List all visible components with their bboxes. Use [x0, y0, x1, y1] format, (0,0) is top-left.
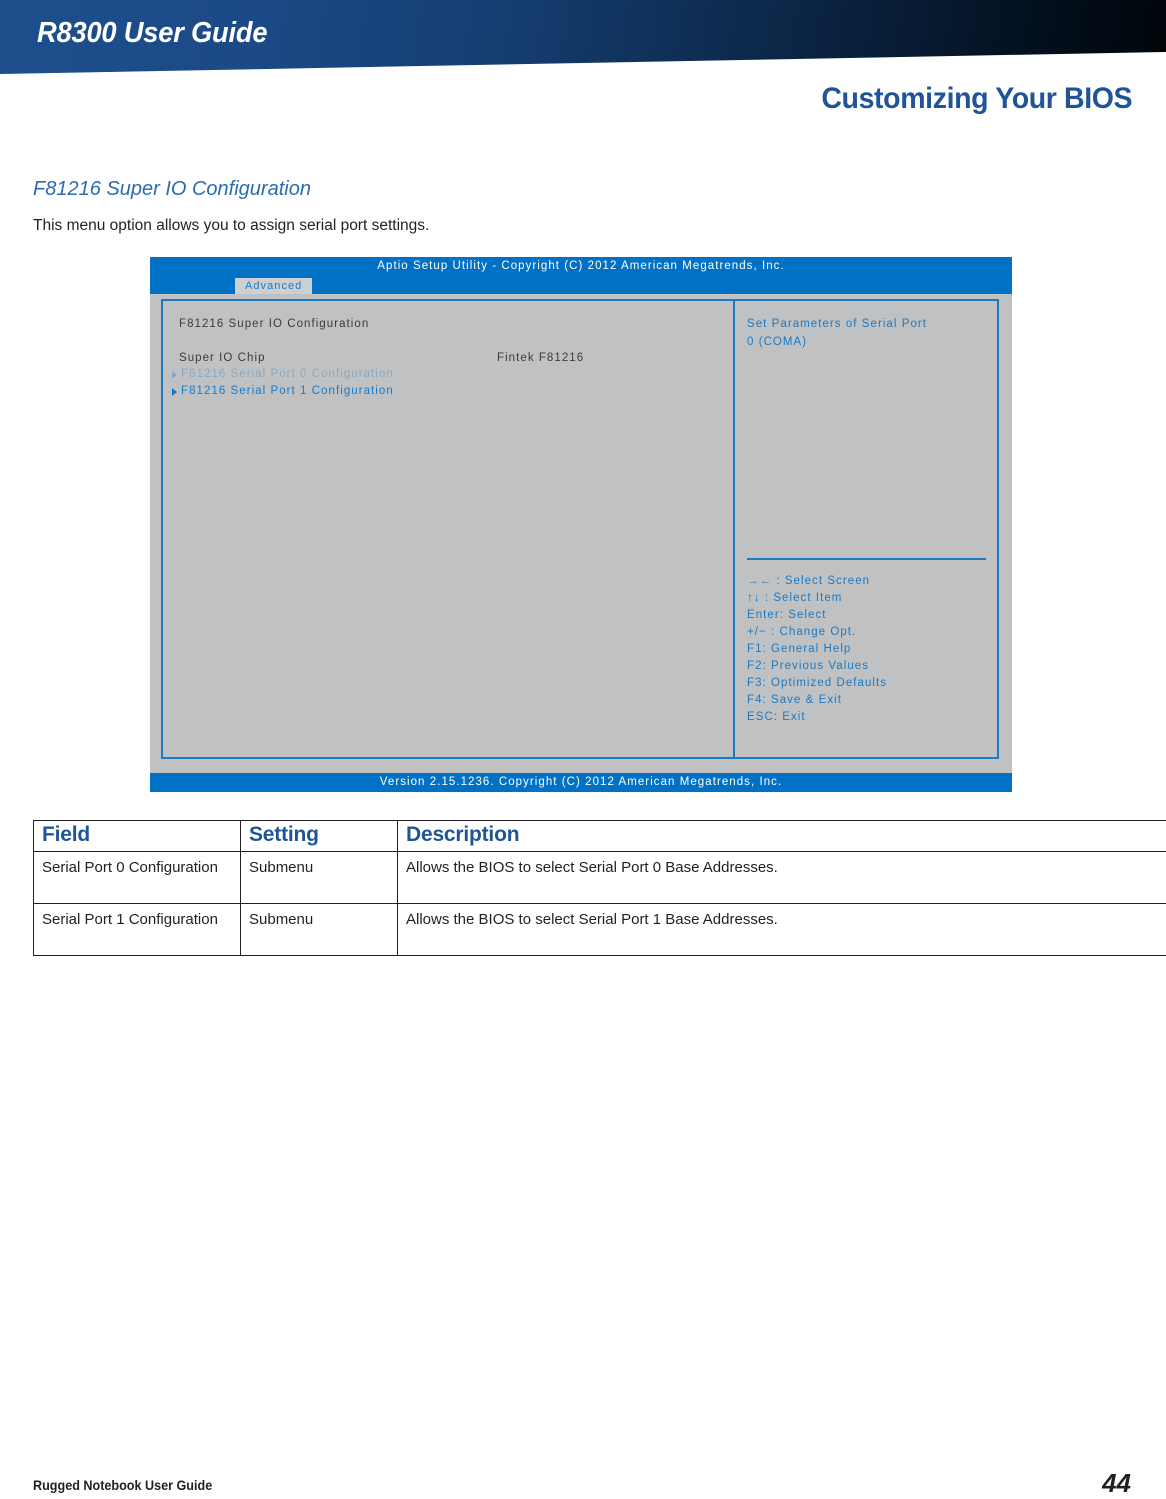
super-io-chip-label: Super IO Chip: [179, 353, 266, 365]
help-key-esc-exit: ESC: Exit: [747, 712, 806, 724]
help-description-line-1: Set Parameters of Serial Port: [747, 319, 927, 331]
column-header-setting: Setting: [241, 821, 398, 852]
help-key-select-screen: →← : Select Screen: [747, 576, 870, 588]
bios-tabbar: Advanced: [150, 278, 1012, 294]
page-header: R8300 User Guide: [0, 0, 1166, 80]
section-intro-text: This menu option allows you to assign se…: [33, 217, 429, 235]
help-key-change-opt: +/− : Change Opt.: [747, 627, 856, 639]
bios-title-text: Aptio Setup Utility - Copyright (C) 2012…: [150, 260, 1012, 272]
cell-description: Allows the BIOS to select Serial Port 1 …: [398, 904, 1166, 956]
table-row: Serial Port 0 Configuration Submenu Allo…: [34, 852, 1166, 904]
bios-screenshot: Aptio Setup Utility - Copyright (C) 2012…: [150, 257, 1012, 792]
triangle-right-icon: [172, 388, 177, 396]
cell-setting: Submenu: [241, 852, 398, 904]
table-row: Serial Port 1 Configuration Submenu Allo…: [34, 904, 1166, 956]
submenu-label-serial-port-1: F81216 Serial Port 1 Configuration: [181, 386, 394, 398]
bios-help-column: Set Parameters of Serial Port 0 (COMA) →…: [735, 301, 999, 757]
cell-description: Allows the BIOS to select Serial Port 0 …: [398, 852, 1166, 904]
bios-panel: F81216 Super IO Configuration Super IO C…: [161, 299, 999, 759]
help-key-enter-select: Enter: Select: [747, 610, 827, 622]
column-header-description: Description: [398, 821, 1166, 852]
triangle-right-icon: [172, 371, 177, 379]
bios-titlebar: Aptio Setup Utility - Copyright (C) 2012…: [150, 257, 1012, 278]
cell-field: Serial Port 0 Configuration: [34, 852, 241, 904]
footer-label: Rugged Notebook User Guide: [33, 1477, 212, 1493]
help-divider-rule: [747, 558, 986, 560]
cell-field: Serial Port 1 Configuration: [34, 904, 241, 956]
section-heading: F81216 Super IO Configuration: [33, 178, 311, 201]
help-key-f3-optimized-defaults: F3: Optimized Defaults: [747, 678, 887, 690]
help-key-select-item: ↑↓ : Select Item: [747, 593, 842, 605]
footer-page-number: 44: [1102, 1468, 1131, 1499]
chapter-title: Customizing Your BIOS: [821, 82, 1132, 116]
column-header-field: Field: [34, 821, 241, 852]
help-key-f2-previous-values: F2: Previous Values: [747, 661, 869, 673]
bios-settings-column: F81216 Super IO Configuration Super IO C…: [163, 301, 733, 757]
super-io-chip-value: Fintek F81216: [497, 353, 584, 365]
guide-title: R8300 User Guide: [37, 17, 267, 50]
help-description-line-2: 0 (COMA): [747, 337, 807, 349]
table-header-row: Field Setting Description: [34, 821, 1166, 852]
tab-advanced[interactable]: Advanced: [235, 278, 312, 294]
bios-version-bar: Version 2.15.1236. Copyright (C) 2012 Am…: [150, 773, 1012, 792]
help-key-f4-save-exit: F4: Save & Exit: [747, 695, 842, 707]
cell-setting: Submenu: [241, 904, 398, 956]
bios-version-text: Version 2.15.1236. Copyright (C) 2012 Am…: [150, 776, 1012, 788]
submenu-label-serial-port-0: F81216 Serial Port 0 Configuration: [181, 369, 394, 381]
field-settings-table: Field Setting Description Serial Port 0 …: [33, 820, 1166, 956]
bios-section-title: F81216 Super IO Configuration: [179, 319, 369, 331]
help-key-f1-general-help: F1: General Help: [747, 644, 851, 656]
bios-body: F81216 Super IO Configuration Super IO C…: [150, 294, 1012, 765]
